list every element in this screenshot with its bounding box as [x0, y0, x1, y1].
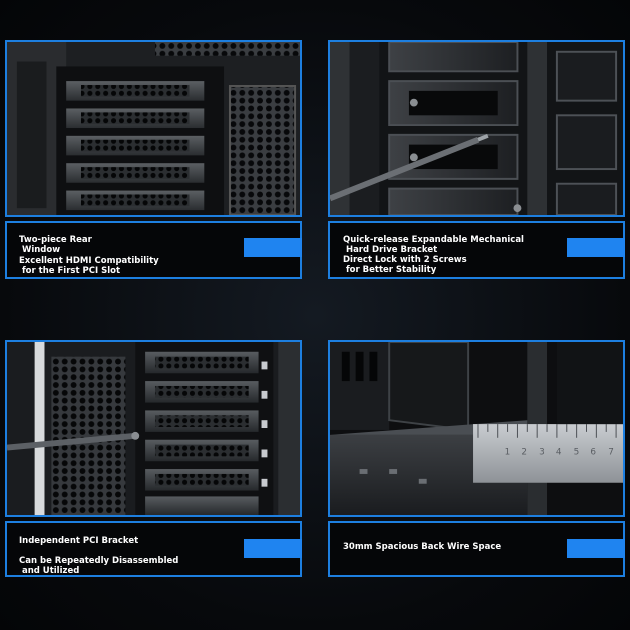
- feature-caption-2: Excellent HDMI Compatibility for the Fir…: [19, 256, 159, 276]
- ruler-number: 7: [608, 447, 614, 457]
- hard-drive-bracket-photo: [328, 40, 625, 217]
- feature-caption-2: Can be Repeatedly Disassembled and Utili…: [19, 556, 179, 576]
- ruler-number: 4: [556, 447, 562, 457]
- feature-caption-1: Two-piece Rear Window: [19, 235, 92, 255]
- ruler-number: 6: [590, 447, 596, 457]
- ruler-number: 1: [505, 447, 511, 457]
- feature-caption-1: 30mm Spacious Back Wire Space: [343, 542, 502, 552]
- back-wire-space-photo: 1 2 3 4 5 6 7: [328, 340, 625, 517]
- feature-caption-2: Direct Lock with 2 Screws for Better Sta…: [343, 255, 467, 275]
- ruler-number: 3: [539, 447, 545, 457]
- feature-caption-1: Independent PCI Bracket: [19, 536, 139, 546]
- blue-accent-bar: [244, 539, 302, 558]
- blue-accent-bar: [567, 238, 625, 257]
- blue-accent-bar: [567, 539, 625, 558]
- rear-pci-slots-photo: [5, 40, 302, 217]
- ruler-number: 5: [574, 447, 580, 457]
- ruler-number: 2: [521, 447, 527, 457]
- blue-accent-bar: [244, 238, 302, 257]
- pci-bracket-photo: [5, 340, 302, 517]
- feature-caption-1: Quick-release Expandable Mechanical Hard…: [343, 235, 524, 255]
